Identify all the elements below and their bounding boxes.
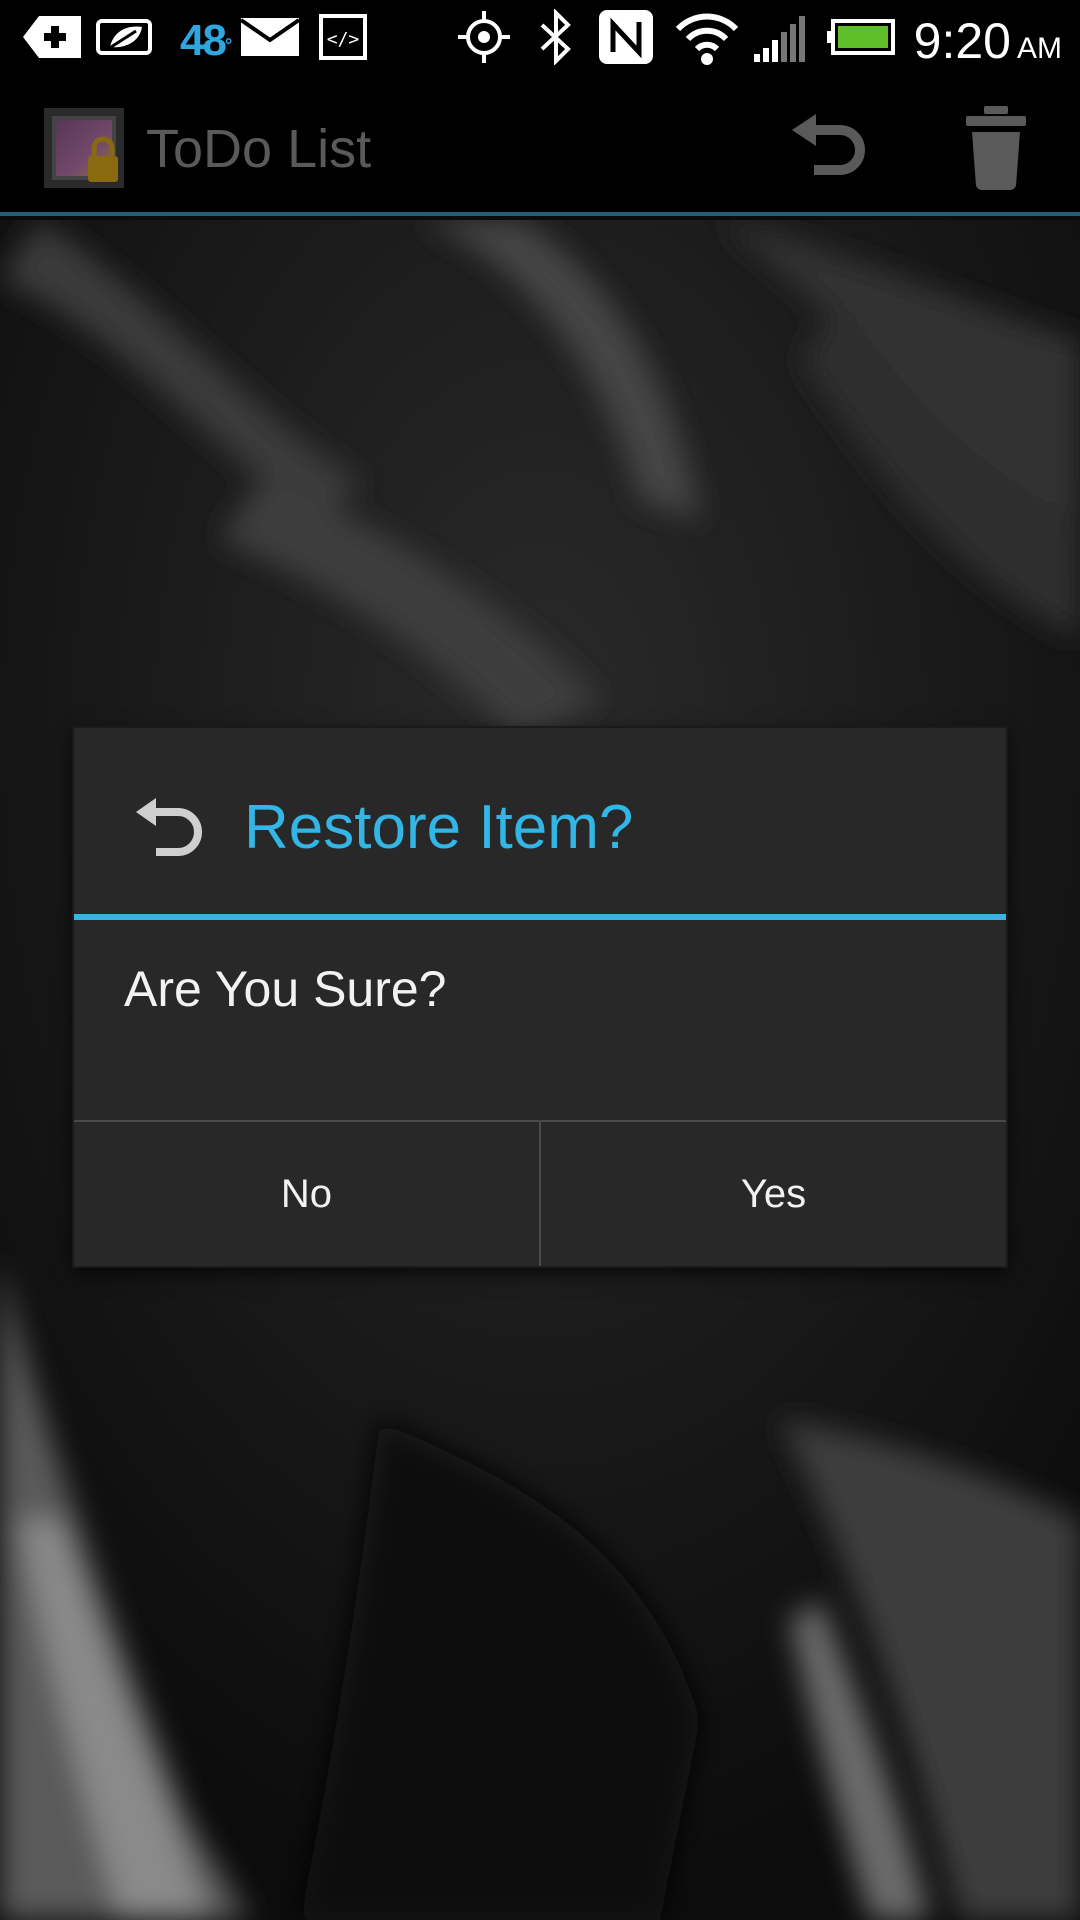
undo-icon xyxy=(134,796,208,860)
yes-button[interactable]: Yes xyxy=(541,1122,1006,1266)
undo-button[interactable] xyxy=(790,110,870,184)
svg-text:</>: </> xyxy=(327,29,360,50)
wifi-icon xyxy=(674,10,740,65)
trash-icon xyxy=(966,106,1026,190)
dialog-message: Are You Sure? xyxy=(124,961,447,1017)
undo-icon xyxy=(792,114,865,175)
no-button[interactable]: No xyxy=(74,1122,541,1266)
leaf-icon xyxy=(96,10,156,64)
status-bar: 48 ° </> 9:20 AM xyxy=(0,0,1080,74)
clock-ampm: AM xyxy=(1017,32,1062,65)
temperature-indicator: 48 ° xyxy=(180,14,232,68)
gmail-icon xyxy=(240,10,300,64)
nfc-icon xyxy=(596,10,656,64)
dialog-header: Restore Item? xyxy=(74,728,1006,920)
bluetooth-icon xyxy=(534,9,578,65)
action-bar: ToDo List xyxy=(0,74,1080,216)
app-title: ToDo List xyxy=(146,119,372,179)
gps-icon xyxy=(452,10,516,64)
temperature-unit: ° xyxy=(224,34,232,55)
restore-dialog: Restore Item? Are You Sure? No Yes xyxy=(74,728,1006,1266)
signal-icon xyxy=(754,10,810,64)
delete-button[interactable] xyxy=(964,104,1028,190)
clock-time: 9:20 xyxy=(913,13,1011,69)
clock: 9:20 AM xyxy=(914,12,1062,70)
plus-notification-icon xyxy=(22,10,82,64)
temperature-value: 48 xyxy=(180,16,227,65)
code-icon: </> xyxy=(318,10,368,64)
battery-icon xyxy=(826,10,896,64)
screen: 48 ° </> 9:20 AM ToDo List Restore Item?… xyxy=(0,0,1080,1920)
dialog-title: Restore Item? xyxy=(244,793,634,862)
app-icon xyxy=(44,108,124,188)
dialog-button-bar: No Yes xyxy=(74,1120,1006,1266)
